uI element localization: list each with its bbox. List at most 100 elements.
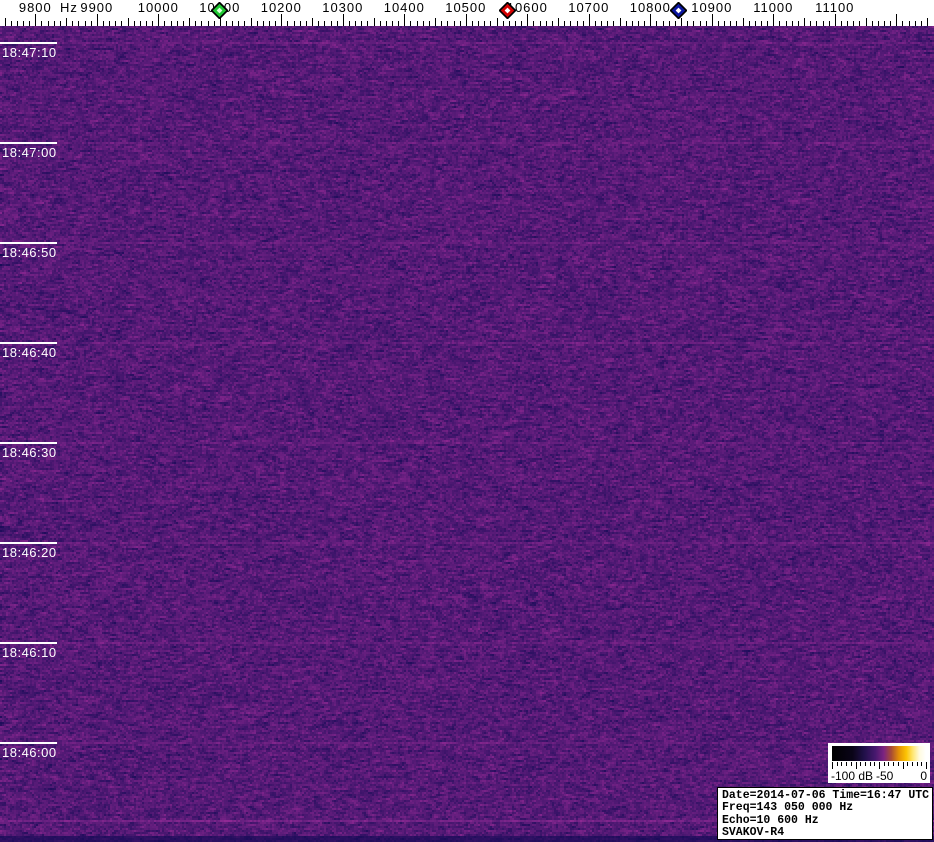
frequency-label-10000: 10000 [138, 0, 179, 15]
frequency-tick [564, 21, 565, 26]
frequency-tick [687, 21, 688, 26]
frequency-tick [878, 21, 879, 26]
frequency-tick [454, 21, 455, 26]
frequency-tick [318, 21, 319, 26]
frequency-tick [829, 21, 830, 26]
frequency-tick [97, 14, 98, 26]
frequency-tick [349, 21, 350, 26]
frequency-tick [736, 21, 737, 26]
frequency-tick [374, 18, 375, 26]
frequency-tick [700, 21, 701, 26]
frequency-tick [644, 21, 645, 26]
frequency-tick [792, 21, 793, 26]
color-scale-tick [870, 762, 871, 766]
frequency-tick [656, 21, 657, 26]
frequency-tick [54, 21, 55, 26]
red-diamond-marker[interactable] [499, 2, 516, 19]
frequency-tick [626, 21, 627, 26]
frequency-tick [423, 21, 424, 26]
frequency-tick [521, 21, 522, 26]
frequency-tick [441, 21, 442, 26]
frequency-tick [909, 21, 910, 26]
frequency-tick [466, 14, 467, 26]
frequency-label-10800: 10800 [630, 0, 671, 15]
frequency-tick [595, 21, 596, 26]
frequency-tick [859, 21, 860, 26]
color-scale-tick [907, 762, 908, 766]
time-tick-line [0, 642, 57, 644]
frequency-tick [158, 14, 159, 26]
blue-diamond-marker[interactable] [670, 2, 687, 19]
frequency-tick [140, 21, 141, 26]
frequency-tick [361, 21, 362, 26]
color-scale-tick [903, 762, 904, 769]
frequency-tick [429, 21, 430, 26]
color-scale-tick [874, 762, 875, 766]
frequency-tick [294, 21, 295, 26]
frequency-tick [404, 14, 405, 26]
frequency-tick [472, 21, 473, 26]
color-scale-tick [856, 762, 857, 769]
color-scale-tick [926, 762, 927, 769]
frequency-tick [337, 21, 338, 26]
frequency-tick [749, 21, 750, 26]
frequency-tick [755, 21, 756, 26]
green-diamond-marker[interactable] [211, 2, 228, 19]
frequency-tick [552, 21, 553, 26]
frequency-label-11000: 11000 [753, 0, 793, 15]
color-gradient-bar [832, 746, 926, 761]
frequency-tick [533, 21, 534, 26]
frequency-label-10200: 10200 [261, 0, 302, 15]
time-tick-line [0, 442, 57, 444]
frequency-tick [816, 21, 817, 26]
frequency-tick [152, 21, 153, 26]
frequency-tick [915, 21, 916, 26]
frequency-unit-label: Hz [60, 0, 78, 15]
color-scale-min-label: -100 dB [831, 769, 873, 783]
frequency-tick [509, 21, 510, 26]
frequency-tick [392, 21, 393, 26]
frequency-tick [620, 18, 621, 26]
frequency-tick [546, 21, 547, 26]
frequency-label-9900: 9900 [80, 0, 113, 15]
time-tick-line [0, 142, 57, 144]
frequency-tick [275, 21, 276, 26]
color-scale-tick [893, 762, 894, 766]
time-label-18-46-10: 18:46:10 [2, 645, 57, 660]
time-tick-line [0, 742, 57, 744]
waterfall-display-area: 18:47:1018:47:0018:46:5018:46:4018:46:30… [0, 26, 934, 842]
status-info-box: Date=2014-07-06 Time=16:47 UTC Freq=143 … [717, 787, 933, 840]
frequency-ruler: 9800990010000101001020010300104001050010… [0, 0, 934, 26]
frequency-tick [29, 21, 30, 26]
frequency-tick [214, 21, 215, 26]
time-tick-line [0, 342, 57, 344]
frequency-tick [269, 21, 270, 26]
color-scale-tick [917, 762, 918, 766]
time-tick-line [0, 42, 57, 44]
frequency-tick [189, 18, 190, 26]
frequency-tick [208, 21, 209, 26]
frequency-tick [287, 21, 288, 26]
frequency-tick [712, 14, 713, 26]
frequency-tick [835, 14, 836, 26]
spectrogram-waterfall-window: 9800990010000101001020010300104001050010… [0, 0, 934, 842]
frequency-tick [66, 18, 67, 26]
color-scale-tick [837, 762, 838, 766]
frequency-tick [435, 18, 436, 26]
frequency-tick [5, 18, 6, 26]
color-scale-mid-label: -50 [876, 769, 893, 783]
frequency-tick [872, 21, 873, 26]
frequency-tick [128, 18, 129, 26]
frequency-tick [583, 21, 584, 26]
frequency-tick [11, 21, 12, 26]
frequency-tick [798, 21, 799, 26]
frequency-tick [447, 21, 448, 26]
frequency-tick [681, 18, 682, 26]
color-scale-tick [860, 762, 861, 766]
frequency-tick [251, 18, 252, 26]
color-scale-tick [921, 762, 922, 766]
frequency-tick [589, 14, 590, 26]
frequency-tick [632, 21, 633, 26]
frequency-tick [72, 21, 73, 26]
frequency-tick [730, 21, 731, 26]
